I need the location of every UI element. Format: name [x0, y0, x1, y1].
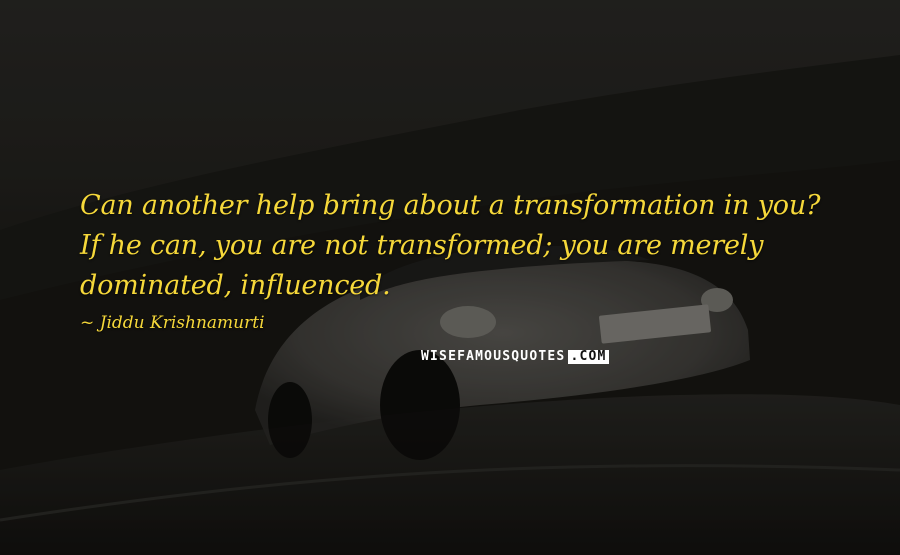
quote-image: Can another help bring about a transform…: [0, 0, 900, 555]
quote-line: If he can, you are not transformed; you …: [80, 230, 764, 261]
quote-text: Can another help bring about a transform…: [80, 186, 840, 306]
watermark-text: WISEFAMOUSQUOTES: [421, 349, 566, 364]
quote-author: ~ Jiddu Krishnamurti: [80, 313, 265, 333]
quote-line: dominated, influenced.: [80, 270, 391, 301]
watermark: WISEFAMOUSQUOTES .COM: [421, 349, 609, 364]
watermark-suffix: .COM: [568, 348, 609, 364]
quote-line: Can another help bring about a transform…: [80, 190, 821, 221]
